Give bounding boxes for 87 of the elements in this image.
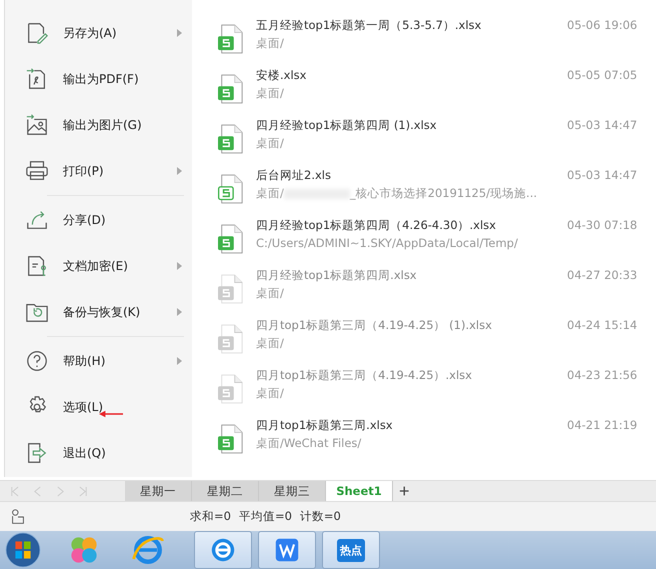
sheet-tab[interactable]: 星期三: [259, 481, 326, 501]
file-path: 桌面/: [256, 136, 284, 151]
status-stat: 平均值=0: [238, 509, 292, 524]
print-icon: [25, 159, 49, 183]
recent-file-item[interactable]: 四月top1标题第三周（4.19-4.25） (1).xlsx 桌面/ 04-24 15:14: [218, 318, 656, 368]
status-stat: 求和=0: [190, 509, 231, 524]
file-name: 四月top1标题第三周.xlsx: [256, 418, 394, 433]
help-icon: [25, 349, 49, 373]
menu-item[interactable]: 帮助(H): [5, 338, 192, 384]
office-app-icon: [273, 536, 301, 564]
spreadsheet-file-icon: [218, 24, 244, 54]
menu-item[interactable]: 分享(D): [5, 197, 192, 243]
menu-item[interactable]: 输出为图片(G): [5, 102, 192, 148]
sheet-tab[interactable]: Sheet1: [326, 481, 393, 501]
file-time: 04-24 15:14: [567, 318, 638, 332]
menu-item[interactable]: 文档加密(E): [5, 243, 192, 289]
spreadsheet-file-icon: [218, 124, 244, 154]
sheet-nav-icon[interactable]: [10, 486, 19, 496]
file-path: C:/Users/ADMINI~1.SKY/AppData/Local/Temp/: [256, 236, 518, 250]
spreadsheet-file-icon: [218, 224, 244, 254]
image-icon: [25, 113, 49, 137]
recent-file-item[interactable]: 四月经验top1标题第四周.xlsx 桌面/ 04-27 20:33: [218, 268, 656, 318]
file-name: 四月top1标题第三周（4.19-4.25） (1).xlsx: [256, 318, 493, 333]
recent-file-item[interactable]: 四月经验top1标题第四周（4.26-4.30）.xlsx C:/Users/ADMINI~1.SKY/AppData/Local/Temp/ 04-30 07:18: [218, 218, 656, 268]
file-time: 04-30 07:18: [567, 218, 638, 232]
file-time: 05-03 14:47: [567, 168, 638, 182]
spreadsheet-file-icon: [218, 424, 244, 454]
file-path: 桌面/: [256, 36, 284, 51]
submenu-arrow-icon: [177, 29, 182, 37]
file-path: 桌面/: [256, 386, 284, 401]
recent-file-item[interactable]: 后台网址2.xls 桌面/ _核心市场选择20191125/现场施... 05-03 14:47: [218, 168, 656, 218]
file-name: 安楼.xlsx: [256, 68, 308, 83]
recent-file-item[interactable]: 四月top1标题第三周.xlsx 桌面/WeChat Files/ 04-21 21:19: [218, 418, 656, 468]
encrypt-icon: [25, 254, 49, 278]
menu-item[interactable]: 打印(P): [5, 148, 192, 194]
submenu-arrow-icon: [177, 357, 182, 365]
submenu-arrow-icon: [177, 262, 182, 270]
file-path: 桌面/: [256, 86, 284, 101]
file-name: 四月经验top1标题第四周 (1).xlsx: [256, 118, 438, 133]
macro-icon[interactable]: [9, 508, 27, 526]
menu-item[interactable]: 退出(Q): [5, 430, 192, 476]
menu-item[interactable]: 另存为(A): [5, 10, 192, 56]
file-time: 05-06 19:06: [567, 18, 638, 32]
file-name: 五月经验top1标题第一周（5.3-5.7）.xlsx: [256, 18, 482, 33]
recent-file-item[interactable]: 安楼.xlsx 桌面/ 05-05 07:05: [218, 68, 656, 118]
file-name: 后台网址2.xls: [256, 168, 332, 183]
recent-file-item[interactable]: 四月top1标题第三周（4.19-4.25）.xlsx 桌面/ 04-23 21:56: [218, 368, 656, 418]
file-path: 桌面/: [256, 286, 284, 301]
submenu-arrow-icon: [177, 167, 182, 175]
add-sheet-button[interactable]: +: [393, 481, 416, 501]
file-time: 04-27 20:33: [567, 268, 638, 282]
sheet-nav-icon[interactable]: [79, 486, 88, 496]
recent-file-item[interactable]: 四月经验top1标题第四周 (1).xlsx 桌面/ 05-03 14:47: [218, 118, 656, 168]
file-time: 05-05 07:05: [567, 68, 638, 82]
spreadsheet-file-icon: [218, 274, 244, 304]
taskbar-button[interactable]: [194, 531, 252, 569]
spreadsheet-file-icon: [218, 374, 244, 404]
file-name: 四月经验top1标题第四周.xlsx: [256, 268, 418, 283]
sheet-nav-icon[interactable]: [33, 486, 42, 496]
recent-file-item[interactable]: 五月经验top1标题第一周（5.3-5.7）.xlsx 桌面/ 05-06 19:06: [218, 18, 656, 68]
start-orb-icon[interactable]: [4, 531, 42, 569]
file-time: 04-21 21:19: [567, 418, 638, 432]
submenu-arrow-icon: [177, 308, 182, 316]
menu-item[interactable]: 备份与恢复(K): [5, 289, 192, 335]
menu-item[interactable]: 选项(L): [5, 384, 192, 430]
file-path: 桌面/: [256, 186, 284, 201]
browser-icon: [209, 536, 237, 564]
menu-item[interactable]: 输出为PDF(F): [5, 56, 192, 102]
file-name: 四月top1标题第三周（4.19-4.25）.xlsx: [256, 368, 473, 383]
taskbar-button[interactable]: [258, 531, 316, 569]
sheet-tab[interactable]: 星期一: [125, 481, 192, 501]
spreadsheet-file-icon: [218, 324, 244, 354]
spreadsheet-file-icon: [218, 174, 244, 204]
save-as-icon: [25, 21, 49, 45]
hot-news-app-icon: 热点: [337, 538, 365, 562]
spreadsheet-file-icon: [218, 74, 244, 104]
file-time: 04-23 21:56: [567, 368, 638, 382]
sheet-nav-icon[interactable]: [56, 486, 65, 496]
sheet-tab[interactable]: 星期二: [192, 481, 259, 501]
file-path: 桌面/WeChat Files/: [256, 436, 362, 451]
file-path: 桌面/: [256, 336, 284, 351]
file-name: 四月经验top1标题第四周（4.26-4.30）.xlsx: [256, 218, 497, 233]
exit-icon: [25, 441, 49, 465]
file-path: _核心市场选择20191125/现场施...: [350, 186, 537, 201]
taskbar-button[interactable]: 热点: [322, 531, 380, 569]
file-time: 05-03 14:47: [567, 118, 638, 132]
status-stat: 计数=0: [300, 509, 341, 524]
